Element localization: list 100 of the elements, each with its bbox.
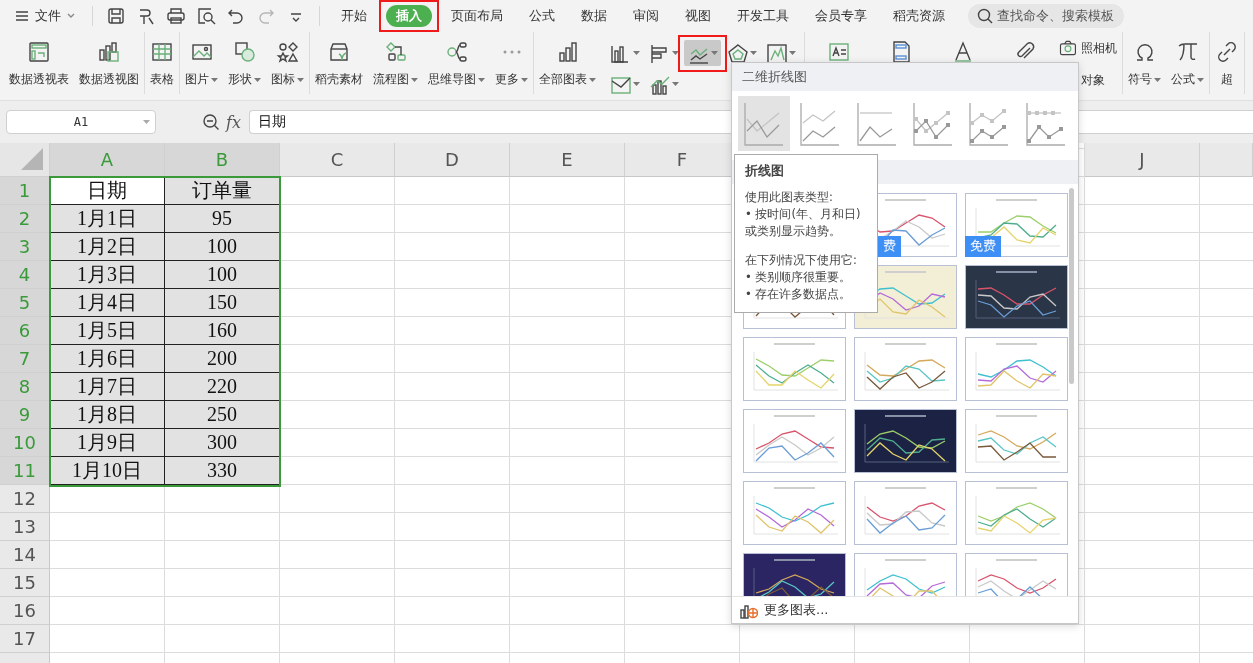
tooltip-title: 折线图 (745, 163, 785, 180)
ribbon-button[interactable]: 更多 (495, 38, 528, 90)
chart-template-thumbnail[interactable] (965, 193, 1068, 257)
horizontal-bar-icon (648, 42, 670, 64)
chart-template-thumbnail[interactable] (965, 337, 1068, 401)
ribbon-button[interactable]: 照相机 (1058, 38, 1117, 58)
tooltip-text: • 按时间(年、月和日) (745, 207, 862, 222)
chart-template-thumbnail[interactable] (854, 409, 957, 473)
print-preview-icon (196, 6, 216, 26)
section-heading: 二维折线图 (732, 63, 1078, 91)
mind-map-icon (444, 40, 469, 64)
marker-line-chart-icon (968, 100, 1011, 147)
chart-type-button[interactable] (684, 40, 721, 66)
ribbon-tab[interactable]: 会员专享 (805, 5, 877, 27)
table-cell: 1月5日 (50, 317, 165, 345)
table-cell: 1月2日 (50, 233, 165, 261)
camera-icon (1058, 38, 1078, 58)
row-header[interactable]: 13 (0, 513, 50, 541)
column-header[interactable]: E (510, 143, 625, 177)
ribbon-tab[interactable]: 开发工具 (727, 5, 799, 27)
ribbon-button[interactable]: 图片 (185, 38, 218, 90)
row-header[interactable]: 15 (0, 569, 50, 597)
ribbon-button[interactable]: 公式 (1171, 38, 1204, 90)
ribbon-tab[interactable]: 审阅 (623, 5, 669, 27)
caret-icon (711, 51, 718, 55)
save-icon (106, 6, 126, 26)
corner-triangle-icon (21, 148, 43, 170)
scrollbar-thumb[interactable] (1069, 188, 1074, 384)
tooltip-text: 使用此图表类型: (745, 190, 834, 205)
ribbon-tab[interactable]: 视图 (675, 5, 721, 27)
table-cell: 1月1日 (50, 205, 165, 233)
table-cell: 100 (165, 233, 280, 261)
caret-icon (633, 51, 640, 55)
row-header[interactable]: 12 (0, 485, 50, 513)
table-cell: 300 (165, 429, 280, 457)
ribbon-button[interactable]: 数据透视图 (79, 38, 139, 90)
pivot-chart-icon (97, 40, 121, 64)
ribbon-tab[interactable]: 稻壳资源 (883, 5, 955, 27)
column-header[interactable]: J (1085, 143, 1200, 177)
chart-template-thumbnail[interactable] (965, 409, 1068, 473)
caret-icon (633, 82, 640, 86)
table-cell: 220 (165, 373, 280, 401)
pentagon-icon (726, 42, 748, 64)
table-cell: 订单量 (165, 177, 280, 205)
shapes-icon (232, 40, 257, 64)
storefront-icon (327, 40, 351, 64)
ribbon-tab[interactable]: 公式 (519, 5, 565, 27)
ribbon-tab[interactable]: 页面布局 (441, 5, 513, 27)
name-box[interactable]: A1 (6, 110, 156, 134)
ribbon-button[interactable]: 形状 (228, 38, 261, 90)
ribbon-button[interactable]: 符号 (1128, 38, 1161, 90)
hyperlink-icon (1215, 40, 1239, 64)
chart-template-thumbnail[interactable] (743, 481, 846, 545)
line-chart-icon (743, 100, 786, 147)
table-cell: 100 (165, 261, 280, 289)
table-cell: 1月6日 (50, 345, 165, 373)
column-header[interactable]: D (395, 143, 510, 177)
ribbon-button[interactable]: 表格 (150, 38, 174, 90)
table-cell: 日期 (50, 177, 165, 205)
ribbon-button[interactable]: 超 (1215, 38, 1239, 90)
column-header[interactable]: C (280, 143, 395, 177)
row-header[interactable]: 17 (0, 625, 50, 653)
ribbon-button[interactable]: 稻壳素材 (315, 38, 363, 90)
table-icon (150, 40, 174, 64)
print-icon (166, 6, 186, 26)
chart-template-thumbnail[interactable] (965, 481, 1068, 545)
icons-icon (275, 40, 300, 64)
table-cell: 1月4日 (50, 289, 165, 317)
chart-template-thumbnail[interactable] (854, 337, 957, 401)
caret-icon (789, 51, 796, 55)
table-cell: 1月9日 (50, 429, 165, 457)
search-field[interactable]: 查找命令、搜索模板 (968, 4, 1124, 28)
caret-icon (672, 51, 679, 55)
caret-icon (750, 51, 757, 55)
table-cell: 250 (165, 401, 280, 429)
chart-template-thumbnail[interactable] (743, 409, 846, 473)
file-menu-button[interactable]: 文件 (8, 3, 82, 29)
search-icon (976, 7, 994, 25)
row-header[interactable]: 14 (0, 541, 50, 569)
pivot-table-icon (27, 40, 51, 64)
table-cell: 200 (165, 345, 280, 373)
menu-icon (14, 8, 30, 24)
ribbon-button[interactable]: 全部图表 (539, 38, 596, 90)
ribbon-tab[interactable]: 开始 (331, 5, 377, 27)
chart-template-thumbnail[interactable] (743, 337, 846, 401)
ribbon-button[interactable]: 图标 (271, 38, 304, 90)
row-header[interactable]: 16 (0, 597, 50, 625)
ribbon-button[interactable]: 数据透视表 (9, 38, 69, 90)
chart-template-thumbnail[interactable] (854, 481, 957, 545)
table-cell: 1月8日 (50, 401, 165, 429)
function-label[interactable]: fx (226, 112, 241, 132)
caret-icon (143, 120, 150, 124)
tooltip-text: • 存在许多数据点。 (745, 287, 853, 302)
table-cell: 150 (165, 289, 280, 317)
ribbon-tab[interactable]: 数据 (571, 5, 617, 27)
ribbon-button[interactable]: 流程图 (373, 38, 418, 90)
ribbon-button[interactable]: 思维导图 (428, 38, 485, 90)
text-box-icon (827, 40, 851, 64)
chart-template-thumbnail[interactable] (965, 265, 1068, 329)
line-chart-icon (799, 100, 842, 147)
